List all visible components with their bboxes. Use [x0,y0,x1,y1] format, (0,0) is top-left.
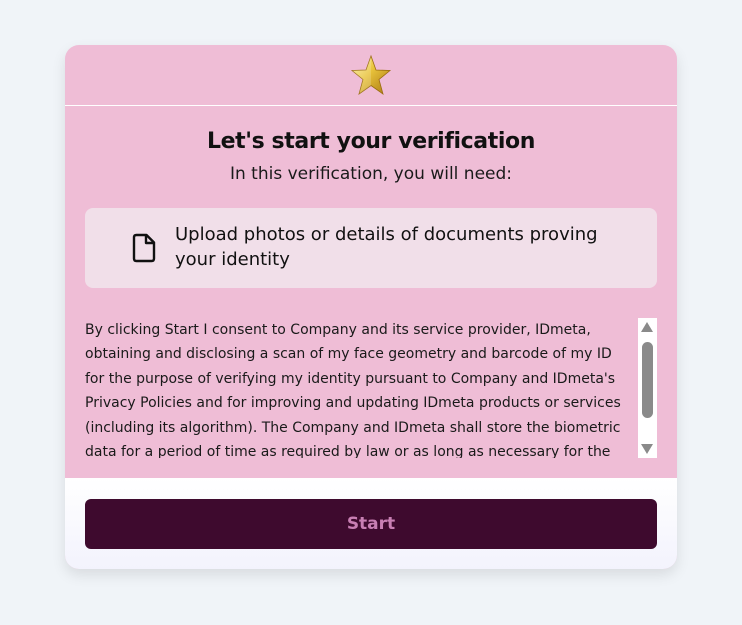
document-icon [132,233,156,263]
scroll-thumb[interactable] [642,342,653,418]
card-footer: Start [65,478,677,569]
page-title: Let's start your verification [207,129,535,154]
card-header [65,45,677,106]
page-subtitle: In this verification, you will need: [229,164,513,184]
start-button[interactable]: Start [85,499,657,549]
scroll-up-arrow-icon[interactable] [641,322,653,332]
scroll-down-arrow-icon[interactable] [641,444,653,454]
star-icon [350,54,392,95]
consent-section[interactable]: By clicking Start I consent to Company a… [85,318,657,458]
consent-scrollbar[interactable] [638,318,657,458]
requirement-text: Upload photos or details of documents pr… [175,224,598,270]
verification-card: Let's start your verification In this ve… [65,45,677,569]
consent-text: By clicking Start I consent to Company a… [85,322,621,458]
requirement-item: Upload photos or details of documents pr… [85,208,657,288]
